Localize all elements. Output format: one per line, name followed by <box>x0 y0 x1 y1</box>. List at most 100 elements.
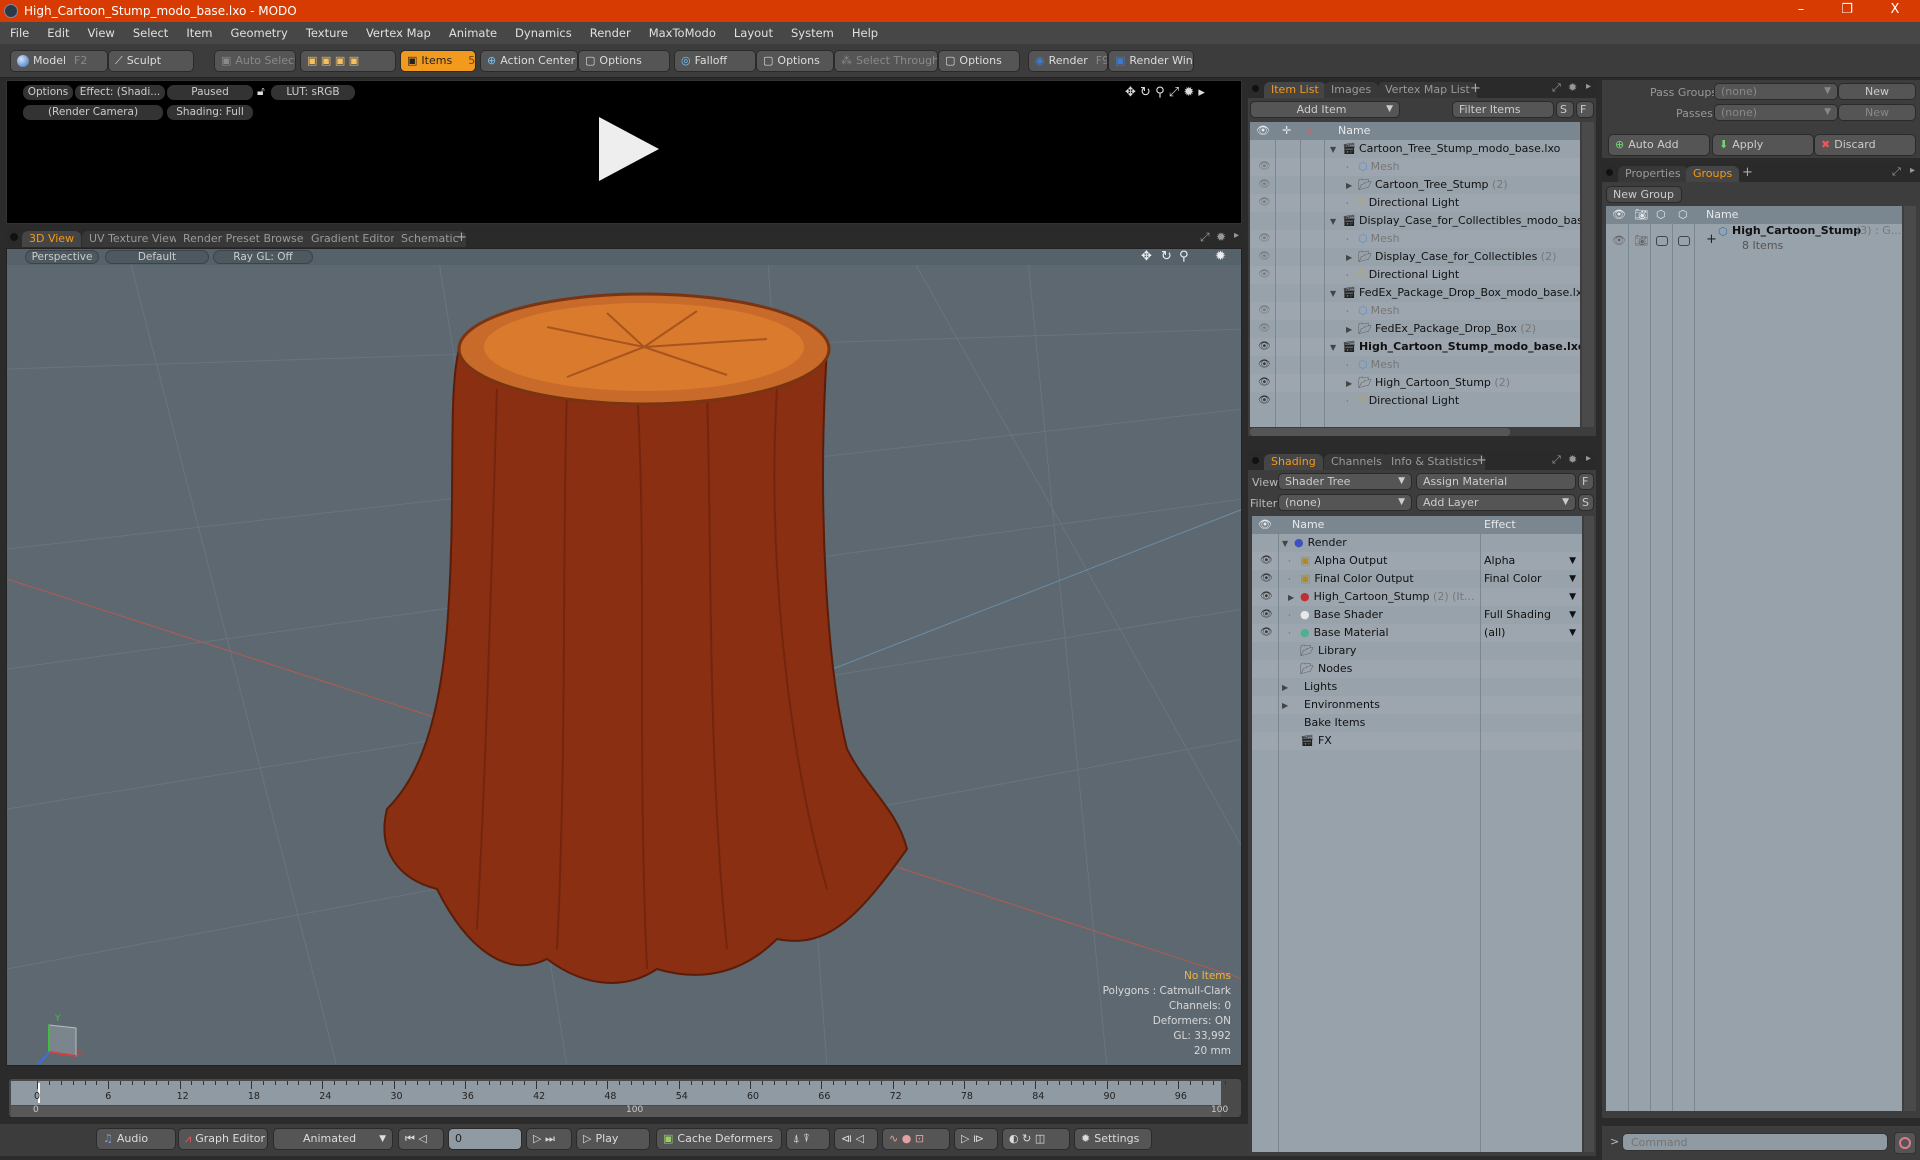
menu-layout[interactable]: Layout <box>724 22 781 40</box>
3d-viewport[interactable]: Perspective Default Ray GL: Off ✥ ↻ ⚲ ✹ … <box>6 248 1242 1066</box>
tab-schematic[interactable]: Schematic <box>394 231 466 247</box>
auto-add-button[interactable]: ⊕ Auto Add <box>1608 134 1710 156</box>
key-select-icon[interactable]: ◐ <box>1009 1132 1019 1145</box>
falloff-options-button[interactable]: ▢ Options <box>756 50 834 72</box>
record-icon[interactable]: ● <box>902 1132 912 1145</box>
menu-vertex-map[interactable]: Vertex Map <box>356 22 439 40</box>
pan-icon[interactable]: ✥ <box>1125 85 1136 100</box>
pan-icon[interactable]: ✥ <box>1141 249 1152 264</box>
materials-mode-icon[interactable]: ▣ <box>349 54 359 67</box>
effect-dropdown[interactable]: (all) ▼ <box>1484 624 1578 642</box>
render-toggle[interactable]: 📷︎ <box>1634 234 1648 247</box>
close-button[interactable]: X <box>1880 2 1910 17</box>
expand-toggle-icon[interactable]: ▼ <box>1330 141 1342 159</box>
sculpt-mode-button[interactable]: ⟋ Sculpt <box>108 50 194 72</box>
select-through-button[interactable]: ⁂ Select Through <box>834 50 938 72</box>
apply-button[interactable]: ⬇ Apply <box>1712 134 1814 156</box>
maximize-icon[interactable]: ⤢ <box>1892 165 1901 179</box>
lock-column-icon[interactable]: ✛ <box>1282 122 1291 140</box>
key-loop-icon[interactable]: ↻ <box>1022 1132 1031 1145</box>
visibility-toggle[interactable]: 👁︎ <box>1258 248 1271 266</box>
expand-icon[interactable]: + <box>1706 232 1717 247</box>
menu-maxtomodo[interactable]: MaxToModo <box>639 22 724 40</box>
expand-toggle-icon[interactable]: ▶ <box>1346 321 1358 339</box>
expand-toggle-icon[interactable]: ▼ <box>1330 213 1342 231</box>
preview-options-button[interactable]: Options <box>23 85 73 100</box>
add-layer-dropdown[interactable]: Add Layer ▼ <box>1416 494 1576 511</box>
preview-status-button[interactable]: Paused <box>167 85 253 100</box>
item-list-scrollbar[interactable] <box>1582 122 1594 427</box>
shading-dropdown[interactable]: Shading: Full <box>167 105 253 120</box>
shader-tree-row[interactable]: ▶ Lights <box>1252 678 1582 696</box>
expand-toggle-icon[interactable]: ▼ <box>1282 535 1294 553</box>
new-pass-group-button[interactable]: New <box>1838 83 1916 100</box>
menu-geometry[interactable]: Geometry <box>221 22 296 40</box>
key-filter-icon[interactable]: ⊡ <box>915 1132 924 1145</box>
command-history-button[interactable] <box>1894 1132 1916 1154</box>
maximize-icon[interactable]: ⤢ <box>1552 453 1561 467</box>
effect-dropdown[interactable]: Alpha ▼ <box>1484 552 1578 570</box>
visibility-toggle[interactable]: 👁︎ <box>1258 158 1271 176</box>
visibility-toggle[interactable]: 👁︎ <box>1258 356 1271 374</box>
tab-images[interactable]: Images <box>1324 82 1379 98</box>
new-pass-button[interactable]: New <box>1838 104 1916 121</box>
falloff-button[interactable]: ◎ Falloff <box>674 50 756 72</box>
minimize-button[interactable]: – <box>1786 2 1816 17</box>
filter-dropdown[interactable]: (none) ▼ <box>1278 494 1412 511</box>
add-tab-button[interactable]: + <box>1742 165 1753 180</box>
shader-tree-row[interactable]: 👁︎ · ▣ Alpha Output Alpha ▼ <box>1252 552 1582 570</box>
menu-dynamics[interactable]: Dynamics <box>505 22 580 40</box>
tab-render-preset-browser[interactable]: Render Preset Browser <box>176 231 316 247</box>
animated-dropdown[interactable]: Animated ▼ <box>273 1128 393 1150</box>
effect-dropdown[interactable]: Full Shading ▼ <box>1484 606 1578 624</box>
tab-3d-view[interactable]: 3D View <box>22 231 82 247</box>
maximize-icon[interactable]: ⤢ <box>1169 85 1179 100</box>
next-frame-icon[interactable]: ⧐ <box>973 1132 984 1145</box>
effect-dropdown[interactable]: Final Color ▼ <box>1484 570 1578 588</box>
visibility-toggle[interactable]: 👁︎ <box>1258 176 1271 194</box>
tab-groups[interactable]: Groups <box>1686 166 1740 182</box>
expand-toggle-icon[interactable]: ▶ <box>1346 249 1358 267</box>
view-dropdown[interactable]: Shader Tree ▼ <box>1278 473 1412 490</box>
shader-tree-row[interactable]: 👁︎ · ● Base Material (all) ▼ <box>1252 624 1582 642</box>
tab-vertex-map-list[interactable]: Vertex Map List <box>1378 82 1477 98</box>
projection-dropdown[interactable]: Perspective <box>25 250 99 264</box>
command-input[interactable] <box>1622 1133 1888 1151</box>
shader-tree-row[interactable]: 👁︎ · ▣ Final Color Output Final Color ▼ <box>1252 570 1582 588</box>
gear-icon[interactable]: ✹ <box>1216 230 1226 244</box>
expand-toggle-icon[interactable]: ▼ <box>1330 339 1342 357</box>
tab-gradient-editor[interactable]: Gradient Editor <box>304 231 402 247</box>
key-down-icon[interactable]: ⍒ <box>803 1132 810 1145</box>
shader-tree-row[interactable]: Bake Items <box>1252 714 1582 732</box>
shader-tree-row[interactable]: ▶ Environments <box>1252 696 1582 714</box>
timeline[interactable]: 0 6 12 18 24 30 36 42 48 54 60 66 72 78 84 90 96 0 100 1… <box>8 1078 1242 1118</box>
name-column-header[interactable]: Name <box>1706 206 1738 224</box>
tab-item-list[interactable]: Item List <box>1264 82 1326 98</box>
visibility-toggle[interactable]: 👁︎ <box>1612 234 1626 247</box>
lock-toggle[interactable] <box>1656 236 1668 246</box>
expand-toggle-icon[interactable]: ▶ <box>1346 375 1358 393</box>
select-through-options-button[interactable]: ▢ Options <box>938 50 1020 72</box>
rotate-icon[interactable]: ↻ <box>1161 249 1172 264</box>
visibility-column-icon[interactable]: 👁︎ <box>1258 516 1272 534</box>
model-mode-button[interactable]: Model F2 <box>10 50 108 72</box>
auto-key-icon[interactable]: ∿ <box>889 1132 898 1145</box>
assign-material-button[interactable]: Assign Material <box>1416 473 1576 490</box>
play-preview-button[interactable] <box>599 117 659 181</box>
maximize-button[interactable]: ❐ <box>1832 2 1862 17</box>
pass-groups-dropdown[interactable]: (none) ▼ <box>1714 83 1838 100</box>
select-toggle[interactable] <box>1678 236 1690 246</box>
expand-toggle-icon[interactable]: ▶ <box>1346 177 1358 195</box>
name-column-header[interactable]: Name <box>1292 516 1324 534</box>
arrow-right-icon[interactable]: ▸ <box>1586 453 1591 464</box>
next-step-icon[interactable]: ▷ <box>961 1132 969 1145</box>
visibility-toggle[interactable]: 👁︎ <box>1260 570 1273 588</box>
lut-dropdown[interactable]: LUT: sRGB <box>271 85 355 100</box>
gear-icon[interactable]: ✹ <box>1568 453 1577 466</box>
selection-mode-group[interactable]: ▣ ▣ ▣ ▣ <box>300 50 396 72</box>
settings-button[interactable]: ✹ Settings <box>1074 1128 1152 1150</box>
visibility-toggle[interactable]: 👁︎ <box>1260 624 1273 642</box>
camera-dropdown[interactable]: (Render Camera) <box>23 105 163 120</box>
maximize-icon[interactable]: ⤢ <box>1200 230 1210 245</box>
graph-editor-button[interactable]: ⩘ Graph Editor <box>178 1128 268 1150</box>
